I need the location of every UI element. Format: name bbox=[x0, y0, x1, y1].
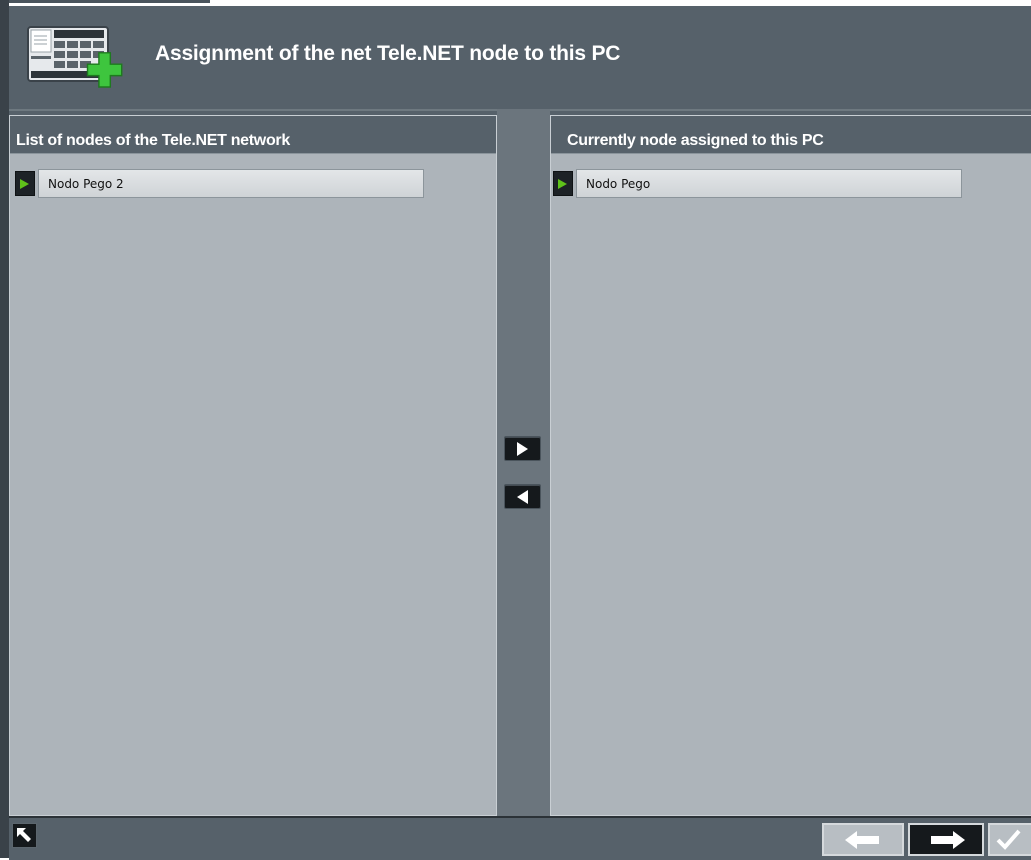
arrow-right-icon bbox=[517, 442, 528, 456]
assign-node-button[interactable] bbox=[504, 436, 541, 461]
checkmark-icon bbox=[996, 829, 1021, 850]
unassign-node-button[interactable] bbox=[504, 484, 541, 509]
node-label: Nodo Pego 2 bbox=[48, 177, 124, 191]
node-label: Nodo Pego bbox=[586, 177, 651, 191]
return-arrow-icon bbox=[17, 828, 31, 842]
page-title: Assignment of the net Tele.NET node to t… bbox=[155, 42, 621, 65]
assigned-node-title: Currently node assigned to this PC bbox=[567, 132, 824, 149]
assigned-node-header: Currently node assigned to this PC bbox=[551, 116, 1031, 154]
return-button[interactable] bbox=[12, 823, 37, 848]
previous-button[interactable] bbox=[822, 823, 904, 856]
row-marker-icon bbox=[553, 171, 573, 196]
arrow-left-icon bbox=[517, 490, 528, 504]
available-nodes-title: List of nodes of the Tele.NET network bbox=[16, 132, 290, 149]
finish-button[interactable] bbox=[988, 823, 1031, 856]
assigned-node-panel: Currently node assigned to this PC Nodo … bbox=[550, 115, 1031, 816]
wizard-header: Assignment of the net Tele.NET node to t… bbox=[9, 6, 1031, 111]
next-button[interactable] bbox=[908, 823, 984, 856]
network-table-add-icon bbox=[27, 26, 131, 92]
window-top-edge-dark bbox=[0, 0, 210, 3]
row-marker-icon bbox=[15, 171, 35, 196]
transfer-strip bbox=[497, 109, 550, 816]
available-nodes-panel: List of nodes of the Tele.NET network No… bbox=[9, 115, 497, 816]
available-nodes-header: List of nodes of the Tele.NET network bbox=[10, 116, 496, 154]
application-window: Assignment of the net Tele.NET node to t… bbox=[0, 0, 1031, 860]
node-button[interactable]: Nodo Pego 2 bbox=[38, 169, 424, 198]
arrow-left-icon bbox=[845, 831, 879, 849]
arrow-right-icon bbox=[931, 831, 965, 849]
window-left-edge bbox=[0, 0, 9, 858]
node-button[interactable]: Nodo Pego bbox=[576, 169, 962, 198]
